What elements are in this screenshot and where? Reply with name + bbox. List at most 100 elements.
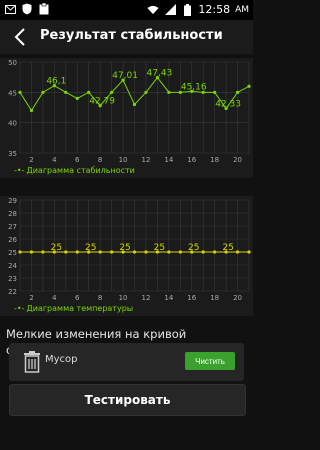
- y-tick-label: 25: [8, 249, 17, 257]
- data-point: [64, 90, 68, 94]
- data-point: [18, 250, 22, 254]
- trash-icon: [23, 351, 41, 373]
- data-point: [98, 250, 102, 254]
- data-label: 46,1: [46, 77, 66, 87]
- temperature-legend: -•- Диаграмма температуры: [14, 304, 133, 313]
- legend-marker-icon: -•-: [14, 166, 25, 175]
- data-point: [41, 90, 45, 94]
- data-point: [213, 90, 217, 94]
- data-point: [29, 108, 34, 113]
- data-label: 42,33: [215, 100, 241, 110]
- x-tick-label: 18: [210, 294, 219, 302]
- stability-chart: 35 40 45 50 2 4 6 8 10 12 14 16 18 20 46,1 42,79 47,01 47…: [8, 59, 251, 164]
- x-tick-label: 8: [98, 156, 102, 164]
- signal-icon: [164, 4, 176, 16]
- trash-label: Мусор: [45, 354, 78, 365]
- x-tick-label: 6: [75, 294, 80, 302]
- y-tick-label: 26: [8, 236, 17, 244]
- y-tick-label: 24: [8, 262, 17, 270]
- y-tick-label: 23: [8, 275, 17, 283]
- data-point: [167, 250, 171, 254]
- stability-chart-panel: 35 40 45 50 2 4 6 8 10 12 14 16 18 20 46,1 42,79 47,01 47…: [0, 58, 253, 178]
- data-point: [110, 250, 114, 254]
- page-title: Результат стабильности: [40, 28, 223, 43]
- data-label: 25: [188, 243, 199, 253]
- stability-legend: -•- Диаграмма стабильности: [14, 166, 135, 175]
- temperature-legend-label: Диаграмма температуры: [26, 304, 134, 313]
- data-point: [110, 90, 114, 94]
- x-tick-label: 14: [164, 294, 173, 302]
- email-icon: [4, 3, 16, 15]
- x-tick-label: 4: [52, 156, 57, 164]
- status-time: 12:58: [198, 3, 231, 16]
- x-tick-label: 10: [119, 156, 128, 164]
- data-point: [29, 250, 34, 254]
- data-point: [247, 250, 251, 254]
- y-tick-label: 40: [8, 120, 17, 128]
- x-tick-label: 2: [29, 294, 33, 302]
- x-tick-label: 20: [233, 294, 242, 302]
- y-tick-label: 35: [8, 150, 17, 158]
- y-tick-label: 27: [8, 223, 17, 231]
- data-point: [132, 102, 137, 107]
- status-icons-left: [4, 3, 50, 15]
- data-point: [144, 250, 148, 254]
- data-point: [247, 84, 251, 88]
- data-point: [18, 90, 22, 94]
- data-label: 42,79: [89, 97, 115, 107]
- data-point: [75, 250, 79, 254]
- x-tick-label: 16: [187, 156, 196, 164]
- clean-button[interactable]: Чистить: [185, 352, 235, 370]
- status-bar: 12:58 AM: [0, 0, 253, 20]
- data-point: [178, 250, 182, 254]
- data-point: [132, 250, 137, 254]
- clipboard-icon: [38, 3, 50, 15]
- x-tick-label: 2: [29, 156, 33, 164]
- data-point: [87, 90, 91, 94]
- x-tick-label: 12: [141, 294, 150, 302]
- x-tick-label: 4: [52, 294, 57, 302]
- status-ampm: AM: [235, 4, 249, 15]
- y-tick-label: 28: [8, 210, 17, 218]
- x-tick-label: 16: [187, 294, 196, 302]
- temperature-chart-panel: 22 23 24 25 26 27 28 29 2 4 6 8 10 12 14 16 18 20 25 25 25 25…: [0, 196, 253, 316]
- x-tick-label: 6: [75, 156, 80, 164]
- data-label: 25: [119, 243, 130, 253]
- data-point: [41, 250, 45, 254]
- stability-legend-label: Диаграмма стабильности: [26, 166, 135, 175]
- wifi-icon: [147, 4, 159, 16]
- x-tick-label: 18: [210, 156, 219, 164]
- y-tick-label: 50: [8, 59, 17, 67]
- data-label: 25: [51, 243, 62, 253]
- trash-panel: Мусор Чистить: [9, 343, 244, 381]
- test-button[interactable]: Тестировать: [9, 384, 246, 416]
- x-tick-label: 14: [164, 156, 173, 164]
- data-label: 45,16: [181, 82, 207, 92]
- x-tick-label: 10: [119, 294, 128, 302]
- temperature-chart: 22232425262728292 4 6 8 10 12 14 16 18 2025 25 25 25…: [8, 197, 251, 302]
- battery-icon: [181, 3, 193, 16]
- data-point: [201, 250, 205, 254]
- x-tick-label: 12: [141, 156, 150, 164]
- shield-icon: [21, 3, 33, 15]
- data-point: [75, 96, 79, 100]
- data-point: [64, 250, 68, 254]
- data-point: [235, 90, 240, 94]
- data-point: [144, 90, 148, 94]
- x-tick-label: 20: [233, 156, 242, 164]
- y-tick-label: 22: [8, 288, 17, 296]
- data-point: [235, 250, 240, 254]
- chevron-left-icon: [14, 28, 25, 46]
- data-label: 25: [222, 243, 233, 253]
- data-point: [167, 90, 171, 94]
- legend-marker-icon: -•-: [14, 304, 25, 313]
- y-tick-label: 29: [8, 197, 17, 205]
- data-label: 25: [85, 243, 96, 253]
- data-label: 47,01: [112, 71, 138, 81]
- data-label: 47,43: [147, 69, 173, 79]
- app-header: Результат стабильности: [0, 20, 253, 54]
- data-label: 25: [154, 243, 165, 253]
- y-tick-label: 45: [8, 89, 17, 97]
- back-button[interactable]: [10, 26, 30, 48]
- status-icons-right: 12:58 AM: [147, 3, 249, 16]
